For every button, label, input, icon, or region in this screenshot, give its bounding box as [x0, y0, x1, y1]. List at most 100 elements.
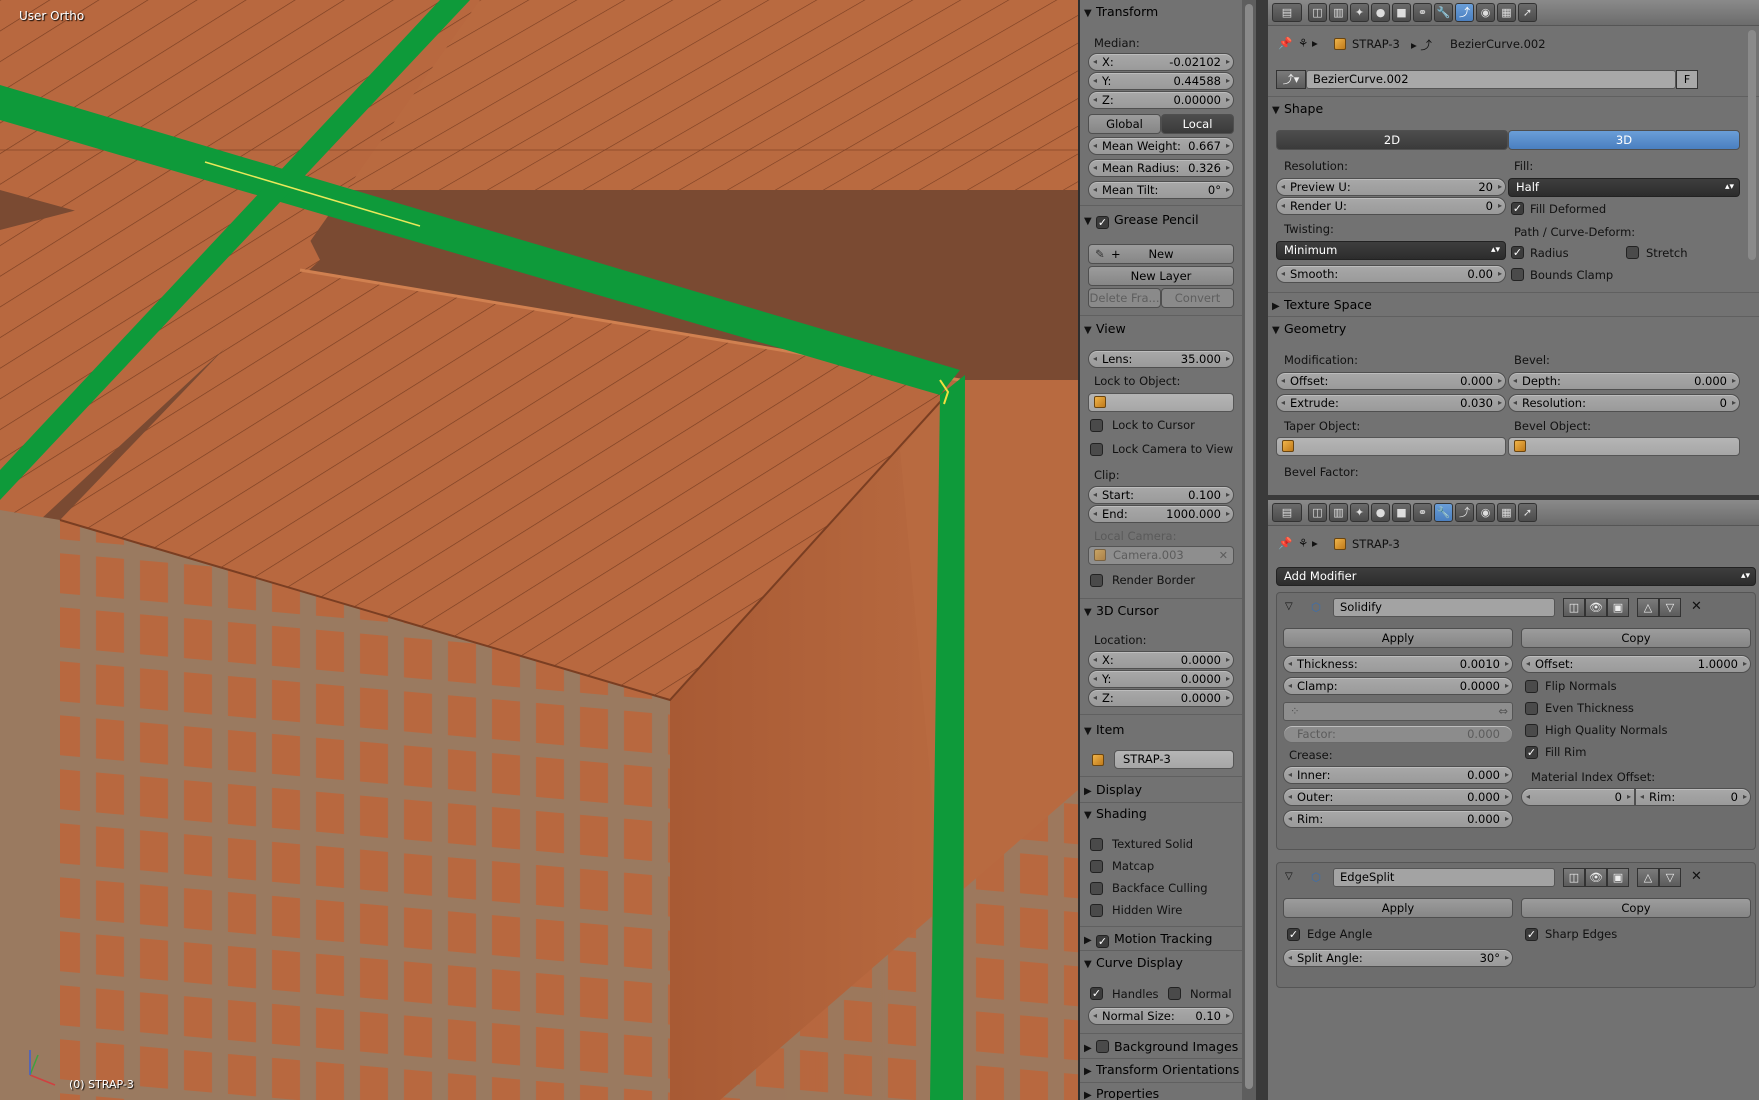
mean-weight-field[interactable]: ◂ Mean Weight: 0.667 ▸: [1088, 137, 1234, 155]
editor-type-icon[interactable]: ▤: [1272, 503, 1302, 522]
cursor-z-field[interactable]: ◂ Z: 0.0000 ▸: [1088, 689, 1234, 707]
background-images-checkbox[interactable]: [1096, 1040, 1109, 1053]
section-curve-display[interactable]: ▼ Curve Display: [1084, 955, 1183, 970]
solidify-offset-field[interactable]: ◂ Offset: 1.0000 ▸: [1521, 655, 1751, 673]
edgesplit-name-field[interactable]: EdgeSplit: [1333, 868, 1555, 887]
backface-culling-checkbox[interactable]: [1090, 882, 1103, 895]
constraints-tab-icon[interactable]: ⚭: [1413, 503, 1432, 522]
median-y-field[interactable]: ◂ Y: 0.44588 ▸: [1088, 72, 1234, 90]
bevel-depth-field[interactable]: ◂ Depth: 0.000 ▸: [1508, 372, 1740, 390]
collapse-icon[interactable]: ▽: [1285, 601, 1293, 612]
preview-u-field[interactable]: ◂ Preview U: 20 ▸: [1276, 178, 1506, 196]
flip-normals-checkbox[interactable]: [1525, 680, 1538, 693]
fake-user-button[interactable]: F: [1676, 70, 1698, 89]
crease-rim-field[interactable]: ◂ Rim: 0.000 ▸: [1283, 810, 1513, 828]
factor-field[interactable]: Factor: 0.000: [1283, 725, 1513, 743]
grease-pencil-checkbox[interactable]: ✓: [1096, 216, 1109, 229]
curve-data-tab-icon[interactable]: ⤴: [1455, 3, 1474, 22]
matcap-checkbox[interactable]: [1090, 860, 1103, 873]
viewport-toggle-icon[interactable]: 👁: [1585, 598, 1607, 617]
props-scrollbar[interactable]: [1748, 30, 1756, 260]
item-name-field[interactable]: STRAP-3: [1114, 750, 1234, 769]
area-divider[interactable]: [1256, 0, 1268, 1100]
modifiers-tab-icon[interactable]: 🔧: [1434, 503, 1453, 522]
high-quality-normals-checkbox[interactable]: [1525, 724, 1538, 737]
section-properties[interactable]: ▶ Properties: [1084, 1086, 1159, 1100]
motion-tracking-checkbox[interactable]: ✓: [1096, 935, 1109, 948]
even-thickness-checkbox[interactable]: [1525, 702, 1538, 715]
render-toggle-icon[interactable]: ◫: [1563, 598, 1585, 617]
local-toggle[interactable]: Local: [1161, 114, 1234, 134]
material-tab-icon[interactable]: ◉: [1476, 503, 1495, 522]
remove-modifier-icon[interactable]: ✕: [1691, 869, 1702, 884]
move-up-icon[interactable]: △: [1637, 598, 1659, 617]
median-x-field[interactable]: ◂ X: -0.02102 ▸: [1088, 53, 1234, 71]
material-offset-field[interactable]: ◂ 0 ▸: [1521, 788, 1635, 806]
mean-radius-field[interactable]: ◂ Mean Radius: 0.326 ▸: [1088, 159, 1234, 177]
render-layers-tab-icon[interactable]: ▥: [1329, 3, 1348, 22]
pin-icon[interactable]: 📌: [1278, 536, 1292, 550]
object-tab-icon[interactable]: ■: [1392, 503, 1411, 522]
vertex-group-field[interactable]: ⁘ ⇔: [1283, 702, 1513, 721]
breadcrumb-object[interactable]: STRAP-3: [1352, 37, 1400, 51]
lens-field[interactable]: ◂ Lens: 35.000 ▸: [1088, 350, 1234, 368]
new-layer-button[interactable]: New Layer: [1088, 266, 1234, 286]
shelf-scrollbar[interactable]: [1242, 0, 1256, 1100]
global-toggle[interactable]: Global: [1088, 114, 1161, 134]
add-modifier-select[interactable]: Add Modifier ▴▾: [1276, 567, 1756, 586]
handles-checkbox[interactable]: ✓: [1090, 987, 1103, 1000]
fill-deformed-checkbox[interactable]: ✓: [1511, 202, 1524, 215]
section-transform[interactable]: ▼ Transform: [1084, 4, 1158, 19]
world-tab-icon[interactable]: ●: [1371, 503, 1390, 522]
render-u-field[interactable]: ◂ Render U: 0 ▸: [1276, 197, 1506, 215]
radius-checkbox[interactable]: ✓: [1511, 246, 1524, 259]
edge-angle-checkbox[interactable]: ✓: [1287, 928, 1300, 941]
remove-modifier-icon[interactable]: ✕: [1691, 599, 1702, 614]
world-tab-icon[interactable]: ●: [1371, 3, 1390, 22]
modifiers-tab-icon[interactable]: 🔧: [1434, 3, 1453, 22]
lock-camera-checkbox[interactable]: [1090, 443, 1103, 456]
local-camera-field[interactable]: Camera.003 ✕: [1088, 546, 1234, 565]
mode-2d-button[interactable]: 2D: [1276, 130, 1508, 150]
curve-datablock-browse-icon[interactable]: ⤴▾: [1276, 70, 1306, 89]
move-up-icon[interactable]: △: [1637, 868, 1659, 887]
pin-icon[interactable]: 📌: [1278, 36, 1292, 50]
section-motion-tracking[interactable]: ▶ ✓ Motion Tracking: [1084, 931, 1212, 948]
curve-data-tab-icon[interactable]: ⤴: [1455, 503, 1474, 522]
render-toggle-icon[interactable]: ◫: [1563, 868, 1585, 887]
material-tab-icon[interactable]: ◉: [1476, 3, 1495, 22]
fill-select[interactable]: Half ▴▾: [1508, 178, 1740, 197]
normal-size-field[interactable]: ◂ Normal Size: 0.10 ▸: [1088, 1007, 1234, 1025]
edgesplit-apply-button[interactable]: Apply: [1283, 898, 1513, 918]
physics-tab-icon[interactable]: ➚: [1518, 3, 1537, 22]
fill-rim-checkbox[interactable]: ✓: [1525, 746, 1538, 759]
clamp-field[interactable]: ◂ Clamp: 0.0000 ▸: [1283, 677, 1513, 695]
scene-tab-icon[interactable]: ✦: [1350, 503, 1369, 522]
crease-inner-field[interactable]: ◂ Inner: 0.000 ▸: [1283, 766, 1513, 784]
thickness-field[interactable]: ◂ Thickness: 0.0010 ▸: [1283, 655, 1513, 673]
geometry-offset-field[interactable]: ◂ Offset: 0.000 ▸: [1276, 372, 1506, 390]
clip-start-field[interactable]: ◂ Start: 0.100 ▸: [1088, 486, 1234, 504]
move-down-icon[interactable]: ▽: [1659, 868, 1681, 887]
bevel-resolution-field[interactable]: ◂ Resolution: 0 ▸: [1508, 394, 1740, 412]
delete-frame-button[interactable]: Delete Fra...: [1088, 288, 1161, 308]
cursor-x-field[interactable]: ◂ X: 0.0000 ▸: [1088, 651, 1234, 669]
editmode-toggle-icon[interactable]: ▣: [1607, 868, 1629, 887]
editor-type-icon[interactable]: ▤: [1272, 3, 1302, 22]
render-tab-icon[interactable]: ◫: [1308, 503, 1327, 522]
clip-end-field[interactable]: ◂ End: 1000.000 ▸: [1088, 505, 1234, 523]
invert-icon[interactable]: ⇔: [1498, 703, 1508, 720]
curve-datablock-name[interactable]: BezierCurve.002: [1306, 70, 1676, 89]
breadcrumb-data[interactable]: BezierCurve.002: [1450, 37, 1546, 51]
clear-icon[interactable]: ✕: [1219, 547, 1228, 564]
mode-3d-button[interactable]: 3D: [1508, 130, 1740, 150]
section-display[interactable]: ▶ Display: [1084, 782, 1142, 797]
section-shading[interactable]: ▼ Shading: [1084, 806, 1147, 821]
twisting-select[interactable]: Minimum ▴▾: [1276, 241, 1506, 260]
grease-pencil-new-button[interactable]: ✎ + New: [1088, 244, 1234, 264]
3d-viewport[interactable]: User Ortho (0) STRAP-3: [0, 0, 1078, 1100]
mean-tilt-field[interactable]: ◂ Mean Tilt: 0° ▸: [1088, 181, 1234, 199]
viewport-scene[interactable]: [0, 0, 1078, 1100]
physics-tab-icon[interactable]: ➚: [1518, 503, 1537, 522]
cursor-y-field[interactable]: ◂ Y: 0.0000 ▸: [1088, 670, 1234, 688]
